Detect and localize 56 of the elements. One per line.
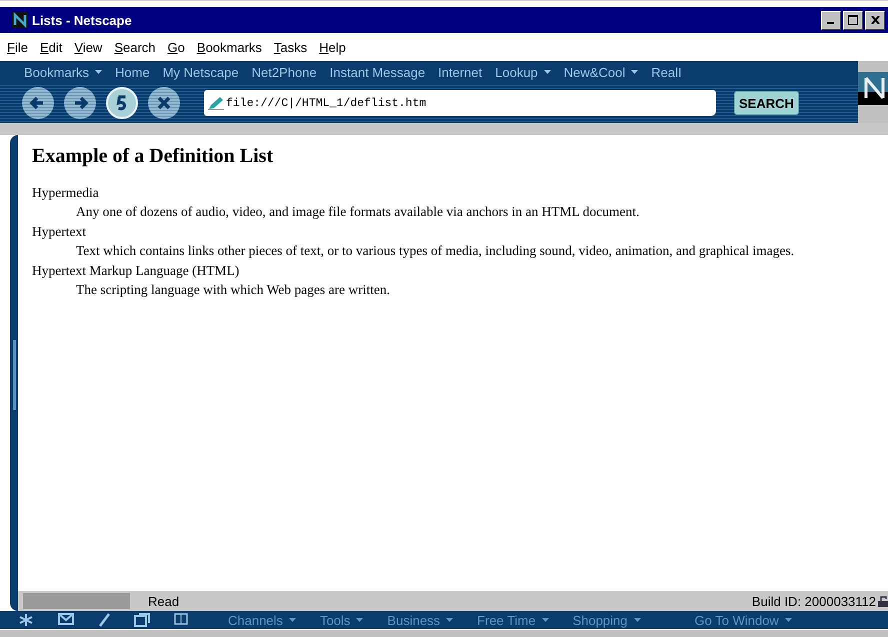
definition-term: Hypertext Markup Language (HTML) (32, 262, 240, 279)
status-text: Read (148, 594, 180, 608)
menu-item[interactable]: File (7, 40, 28, 54)
toolbar-link[interactable]: My Netscape (162, 64, 239, 80)
taskbar-menu[interactable]: Channels (228, 612, 296, 628)
close-icon (870, 16, 880, 24)
taskbar-menu[interactable]: Business (387, 612, 454, 628)
taskbar-menu[interactable]: Free Time (477, 612, 549, 628)
definition-text: Text which contains links other pieces of text, or to various types of media, including sound, video, animation, and graphical images. (76, 242, 796, 260)
minimize-button[interactable] (821, 10, 841, 30)
caret-icon (288, 618, 296, 622)
caret-icon (634, 618, 641, 622)
toolbar-link[interactable]: Bookmarks (24, 64, 102, 80)
caret-icon (356, 618, 364, 622)
menu-item[interactable]: Go (168, 40, 185, 54)
search-button[interactable]: SEARCH (734, 91, 799, 115)
location-field[interactable]: file:///C|/HTML_1/deflist.htm (204, 90, 716, 116)
app-logo-icon (12, 12, 28, 28)
taskbar-menu[interactable]: Go To Window (694, 612, 792, 628)
caret-icon (784, 618, 792, 622)
toolbar-link[interactable]: Internet (438, 64, 482, 80)
navigator-icon[interactable] (18, 613, 34, 627)
menu-item[interactable]: Bookmarks (196, 40, 262, 54)
toolbar-link[interactable]: New&Cool (564, 64, 638, 80)
address-book-icon[interactable] (174, 613, 188, 625)
toolbar-link[interactable]: Net2Phone (252, 64, 317, 80)
definition-term: Hypermedia (32, 184, 100, 201)
page-heading: Example of a Definition List (32, 145, 274, 168)
maximize-icon (848, 15, 858, 25)
reload-icon[interactable] (106, 87, 138, 119)
pencil-icon (208, 96, 224, 110)
maximize-button[interactable] (843, 10, 863, 30)
toolbar-link[interactable]: RealI (651, 64, 682, 80)
caret-icon (446, 618, 454, 622)
toolbar-link[interactable]: Instant Message (330, 64, 426, 80)
close-button[interactable] (865, 10, 885, 30)
taskbar-menu[interactable]: Tools (320, 612, 364, 628)
menu-item[interactable]: View (74, 40, 102, 54)
window-title: Lists - Netscape (32, 12, 133, 28)
taskbar-menu[interactable]: Shopping (572, 612, 641, 628)
build-id: Build ID: 2000033112 (752, 594, 877, 608)
logo-icon (858, 72, 888, 105)
chat-icon[interactable] (134, 613, 150, 627)
menu-item[interactable]: Help (319, 40, 346, 54)
toolbar-link[interactable]: Lookup (495, 64, 551, 80)
menu-item[interactable]: Edit (40, 40, 62, 54)
mail-icon[interactable] (58, 613, 74, 625)
definition-text: The scripting language with which Web pages are written. (76, 281, 391, 299)
toolbar-link[interactable]: Home (115, 64, 150, 80)
definition-text: Any one of dozens of audio, video, and image file formats available via anchors in an HTML document. (76, 203, 640, 221)
menu-item[interactable]: Search (114, 40, 156, 54)
definition-term: Hypertext (32, 223, 87, 240)
menu-item[interactable]: Tasks (274, 40, 308, 54)
pen-icon[interactable] (98, 613, 110, 627)
lock-icon (878, 595, 888, 607)
caret-icon (542, 618, 549, 622)
